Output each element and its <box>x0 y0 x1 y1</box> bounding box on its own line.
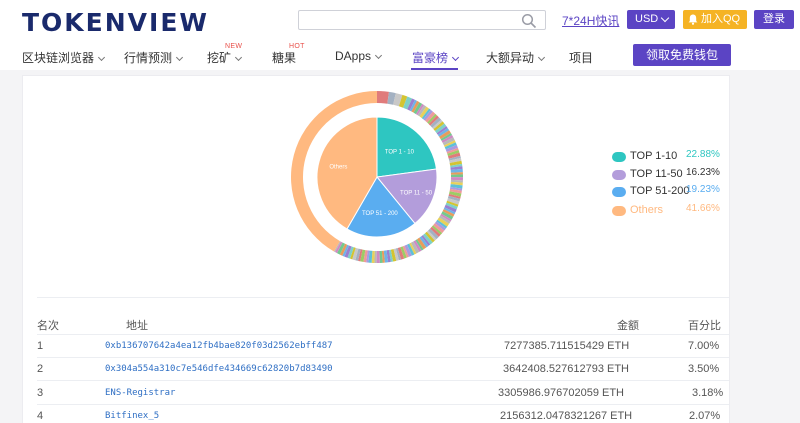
pie-outer-segment <box>450 177 463 181</box>
table-header-address: 地址 <box>126 320 148 332</box>
legend-label: TOP 11-50 <box>630 168 683 180</box>
table-cell-address[interactable]: Bitfinex_5 <box>105 411 159 421</box>
pie-outer-segment <box>376 250 380 264</box>
pie-slice-label: TOP 11 - 50 <box>400 190 433 196</box>
row-divider <box>37 404 729 405</box>
table-cell-rank: 3 <box>37 387 44 399</box>
legend-percent: 41.66% <box>686 203 720 214</box>
pie-slice-label: TOP 1 - 10 <box>385 149 415 155</box>
table-cell-amount: 7277385.711515429 ETH <box>504 340 630 352</box>
legend-swatch <box>612 152 626 162</box>
legend-label: TOP 1-10 <box>630 150 678 162</box>
table-cell-address[interactable]: 0xb136707642a4ea12fb4bae820f03d2562ebff4… <box>105 341 333 351</box>
legend-percent: 22.88% <box>686 149 720 160</box>
pie-inner <box>316 116 438 238</box>
row-divider <box>37 334 729 335</box>
table-cell-address[interactable]: 0x304a554a310c7e546dfe434669c62820b7d834… <box>105 364 333 374</box>
table-cell-amount: 2156312.0478321267 ETH <box>500 410 633 422</box>
distribution-pie-chart: TOP 1 - 10 TOP 11 - 50 TOP 51 - 200 Others <box>291 91 463 264</box>
pie-outer-segment <box>450 174 463 178</box>
table-cell-amount: 3305986.976702059 ETH <box>498 387 624 399</box>
table-cell-rank: 4 <box>37 410 44 422</box>
table-cell-address[interactable]: ENS-Registrar <box>105 388 175 398</box>
table-header-percent: 百分比 <box>688 320 721 332</box>
table-header-amount: 金额 <box>617 320 639 332</box>
table-cell-percent: 3.50% <box>688 363 720 375</box>
table-cell-amount: 3642408.527612793 ETH <box>503 363 629 375</box>
legend-percent: 19.23% <box>686 184 720 195</box>
table-cell-percent: 2.07% <box>689 410 721 422</box>
table-cell-percent: 7.00% <box>688 340 720 352</box>
row-divider <box>37 357 729 358</box>
pie-slice-label: TOP 51 - 200 <box>362 211 398 217</box>
section-divider <box>37 297 729 298</box>
legend-swatch <box>612 170 626 180</box>
pie-outer-segment <box>377 91 390 104</box>
legend-percent: 16.23% <box>686 167 720 178</box>
legend-swatch <box>612 206 626 216</box>
legend-swatch <box>612 187 626 197</box>
legend-label: Others <box>630 204 664 216</box>
table-cell-percent: 3.18% <box>692 387 724 399</box>
pie-outer-segment <box>374 250 377 263</box>
table-header-rank: 名次 <box>37 320 59 332</box>
pie-slice-label: Others <box>329 165 347 171</box>
row-divider <box>37 380 729 381</box>
table-cell-rank: 2 <box>37 363 44 375</box>
legend-label: TOP 51-200 <box>630 185 690 197</box>
table-cell-rank: 1 <box>37 340 44 352</box>
